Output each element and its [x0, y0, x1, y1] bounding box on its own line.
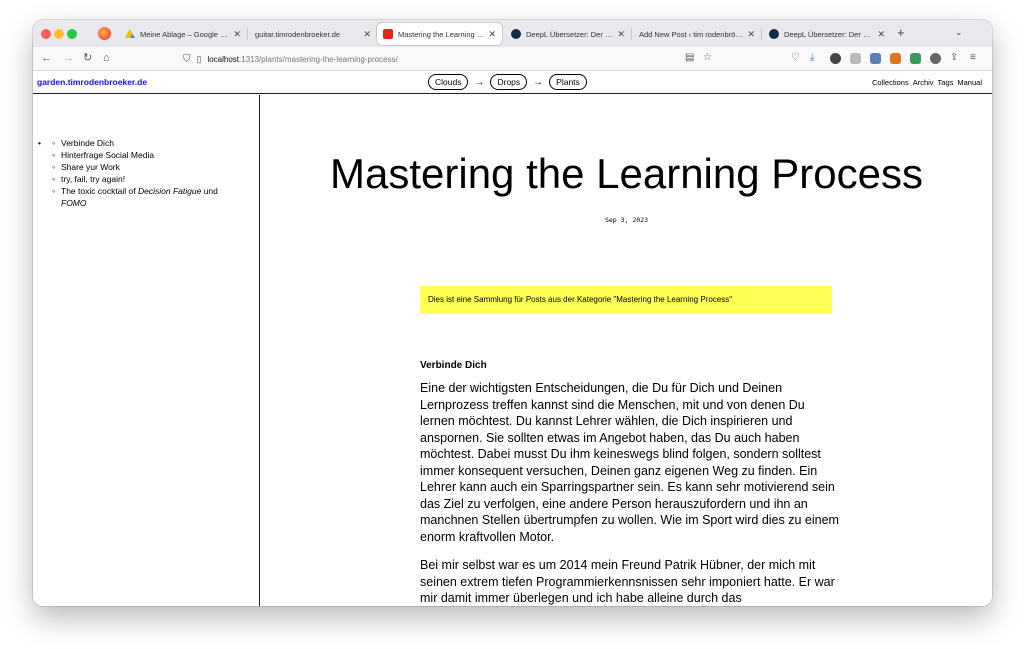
nav-manual[interactable]: Manual: [957, 78, 982, 87]
hamburger-menu-icon[interactable]: ≡: [970, 52, 976, 63]
toc-text: und: [201, 186, 218, 196]
sidebar: • Verbinde Dich Hinterfrage Social Media…: [33, 95, 260, 606]
extension-icon[interactable]: [930, 53, 941, 64]
share-icon[interactable]: ⇪: [950, 52, 958, 63]
extension-icon[interactable]: [870, 53, 881, 64]
toc-item-share-work[interactable]: Share yur Work: [52, 161, 218, 173]
close-icon[interactable]: ✕: [617, 29, 625, 40]
pocket-icon[interactable]: ♡: [791, 52, 800, 63]
new-tab-button[interactable]: +: [897, 25, 905, 40]
toc-item-try-fail[interactable]: try, fail, try again!: [52, 173, 218, 185]
metamask-icon[interactable]: [890, 53, 901, 64]
reload-icon[interactable]: ↻: [83, 51, 92, 65]
tab-deepl-1[interactable]: DeepL Übersetzer: Der präzise ✕: [505, 23, 631, 45]
close-icon[interactable]: ✕: [233, 29, 241, 40]
close-icon[interactable]: ✕: [877, 29, 885, 40]
toc-emphasis: FOMO: [61, 198, 87, 208]
google-drive-icon: [125, 29, 135, 38]
article-body: Verbinde Dich Eine der wichtigsten Entsc…: [420, 360, 840, 606]
toc-item-verbinde-dich[interactable]: Verbinde Dich: [52, 137, 218, 149]
tab-label: guitar.timrodenbroeker.de: [255, 29, 341, 39]
minimize-window-button[interactable]: [54, 29, 64, 39]
reader-view-icon[interactable]: ▤: [685, 52, 694, 63]
red-square-icon: [383, 29, 393, 39]
section-heading: Verbinde Dich: [420, 360, 487, 371]
crumb-plants[interactable]: Plants: [549, 74, 587, 90]
maximize-window-button[interactable]: [67, 29, 77, 39]
category-notice: Dies ist eine Sammlung für Posts aus der…: [420, 286, 832, 314]
tab-google-drive[interactable]: Meine Ablage – Google Drive ✕: [119, 23, 247, 45]
extension-icon[interactable]: [830, 53, 841, 64]
toc-emphasis: Decision Fatigue: [138, 186, 202, 196]
nav-tags[interactable]: Tags: [938, 78, 954, 87]
tab-divider: [761, 28, 762, 40]
close-window-button[interactable]: [41, 29, 51, 39]
toc-text: The toxic cocktail of: [61, 186, 139, 196]
forward-arrow-icon[interactable]: →: [63, 51, 74, 65]
close-icon[interactable]: ✕: [363, 29, 371, 40]
close-icon[interactable]: ✕: [747, 29, 755, 40]
tracking-protection-icon[interactable]: ⛉: [183, 54, 191, 65]
bookmark-star-icon[interactable]: ☆: [703, 52, 712, 63]
post-date: Sep 3, 2023: [604, 216, 649, 224]
crumb-clouds[interactable]: Clouds: [428, 74, 469, 90]
close-icon[interactable]: ✕: [488, 29, 496, 40]
toc-item-toxic-cocktail[interactable]: The toxic cocktail of Decision Fatigue u…: [52, 185, 218, 209]
firefox-icon[interactable]: [98, 27, 111, 40]
extension-icon[interactable]: [850, 53, 861, 64]
site-header: garden.timrodenbroeker.de Clouds → Drops…: [33, 71, 992, 94]
downloads-icon[interactable]: ⤓: [810, 52, 814, 63]
tab-label: Mastering the Learning Proces: [398, 29, 485, 39]
tab-divider: [631, 28, 632, 40]
shield-extension-icon[interactable]: [910, 53, 921, 64]
url-bar[interactable]: ⛉ ▯ localhost :1313/plants/mastering-the…: [183, 50, 713, 68]
tab-guitar[interactable]: guitar.timrodenbroeker.de ✕: [249, 23, 377, 45]
url-path: :1313/plants/mastering-the-learning-proc…: [239, 54, 398, 64]
crumb-drops[interactable]: Drops: [490, 74, 528, 90]
tab-add-new-post[interactable]: Add New Post ‹ tim rodenbröker cre ✕: [633, 23, 761, 45]
home-icon[interactable]: ⌂: [103, 51, 110, 65]
toc-list: Verbinde Dich Hinterfrage Social Media S…: [52, 137, 218, 209]
paragraph: Eine der wichtigsten Entscheidungen, die…: [420, 381, 839, 544]
nav-collections[interactable]: Collections: [872, 78, 909, 87]
tab-label: Meine Ablage – Google Drive: [140, 29, 230, 39]
browser-window: Meine Ablage – Google Drive ✕ guitar.tim…: [33, 20, 992, 606]
tab-label: DeepL Übersetzer: Der präzise: [526, 29, 613, 39]
nav-archiv[interactable]: Archiv: [913, 78, 934, 87]
url-host: localhost: [207, 54, 240, 64]
back-arrow-icon[interactable]: ←: [41, 51, 52, 65]
table-of-contents: • Verbinde Dich Hinterfrage Social Media…: [38, 137, 218, 209]
deepl-icon: [769, 29, 779, 39]
arrow-right-icon: →: [533, 76, 544, 88]
tab-label: Add New Post ‹ tim rodenbröker cre: [639, 29, 744, 39]
paragraph: Bei mir selbst war es um 2014 mein Freun…: [420, 558, 835, 605]
navigation-toolbar: ← → ↻ ⌂ ⛉ ▯ localhost :1313/plants/maste…: [33, 47, 992, 71]
toc-item-hinterfrage-social-media[interactable]: Hinterfrage Social Media: [52, 149, 218, 161]
arrow-right-icon: →: [474, 76, 485, 88]
main-content: Mastering the Learning Process Sep 3, 20…: [261, 95, 992, 606]
bullet-icon: •: [38, 138, 41, 148]
site-nav: Collections Archiv Tags Manual: [872, 78, 982, 87]
page-title: Mastering the Learning Process: [330, 150, 923, 197]
breadcrumb: Clouds → Drops → Plants: [428, 74, 587, 90]
tab-label: DeepL Übersetzer: Der präzise: [784, 29, 874, 39]
site-logo-link[interactable]: garden.timrodenbroeker.de: [37, 77, 147, 87]
page-info-icon[interactable]: ▯: [197, 54, 202, 65]
tab-deepl-2[interactable]: DeepL Übersetzer: Der präzise ✕: [763, 23, 891, 45]
deepl-icon: [511, 29, 521, 39]
tab-divider: [247, 28, 248, 40]
tab-strip: Meine Ablage – Google Drive ✕ guitar.tim…: [33, 20, 992, 47]
tab-mastering-learning[interactable]: Mastering the Learning Proces ✕: [377, 23, 502, 45]
list-all-tabs-button[interactable]: ⌄: [955, 27, 963, 38]
